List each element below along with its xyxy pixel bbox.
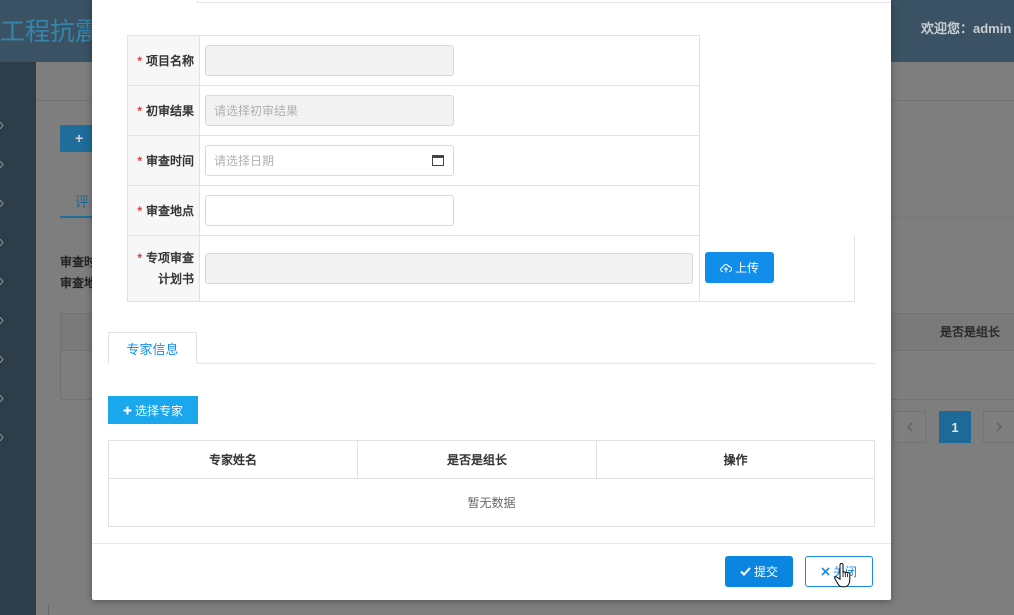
required-mark: * — [137, 250, 142, 265]
upload-button[interactable]: 上传 — [705, 252, 774, 283]
project-name-cell — [200, 36, 700, 86]
table-row: 暂无数据 — [108, 478, 875, 527]
menu-arrow-icon — [0, 118, 4, 130]
empty-table-message: 暂无数据 — [108, 478, 875, 527]
review-form: * 项目名称 * 初审结果 * 审查时间 — [127, 35, 700, 302]
modal-tab-strip-line — [197, 2, 891, 3]
tab-expert-info[interactable]: 专家信息 — [108, 332, 197, 364]
review-plan-cell — [200, 236, 700, 302]
background-info-line: 审查地 — [60, 276, 97, 290]
menu-arrow-icon — [0, 430, 4, 442]
project-name-input[interactable] — [205, 45, 454, 76]
initial-result-select[interactable] — [205, 95, 454, 126]
menu-arrow-icon — [0, 391, 4, 403]
menu-arrow-icon — [0, 313, 4, 325]
field-label: 初审结果 — [145, 104, 194, 118]
required-mark: * — [137, 203, 142, 218]
project-name-label: * 项目名称 — [128, 36, 200, 86]
initial-result-label: * 初审结果 — [128, 86, 200, 136]
app-title: 工程抗震 — [0, 18, 101, 46]
required-mark: * — [137, 153, 142, 168]
pagination-next-button — [983, 411, 1014, 443]
review-time-cell — [200, 136, 700, 186]
upload-cell: 上传 — [699, 236, 855, 302]
welcome-user-text: 欢迎您：admin — [921, 21, 1012, 36]
column-header[interactable]: 专家姓名 — [108, 440, 358, 479]
pagination-current-page: 1 — [939, 411, 971, 443]
column-header[interactable]: 操作 — [596, 440, 875, 479]
background-info-line: 审查时 — [60, 255, 97, 269]
chevron-right-icon — [996, 422, 1002, 432]
review-modal: * 项目名称 * 初审结果 * 审查时间 — [92, 0, 891, 600]
menu-arrow-icon — [0, 196, 4, 208]
cloud-upload-icon — [720, 263, 732, 272]
expert-table: 专家姓名 是否是组长 操作 暂无数据 — [108, 440, 875, 527]
column-header[interactable]: 是否是组长 — [357, 440, 597, 479]
review-plan-label: * 专项审查 计划书 — [128, 236, 200, 302]
expert-tab-divider — [108, 363, 875, 364]
required-mark: * — [137, 53, 142, 68]
sidebar — [0, 62, 36, 615]
field-label: 审查时间 — [145, 154, 194, 168]
review-date-input[interactable] — [205, 145, 454, 176]
modal-tab-divider — [197, 0, 198, 3]
review-plan-file-input[interactable] — [205, 253, 693, 284]
review-time-label: * 审查时间 — [128, 136, 200, 186]
menu-arrow-icon — [0, 352, 4, 364]
chevron-left-icon — [906, 422, 912, 432]
modal-footer-divider — [92, 543, 891, 544]
review-location-label: * 审查地点 — [128, 186, 200, 236]
select-expert-button[interactable]: 选择专家 — [108, 396, 198, 424]
close-icon — [821, 567, 830, 576]
review-location-input[interactable] — [205, 195, 454, 226]
pagination-prev-button — [893, 411, 926, 443]
field-label: 项目名称 — [145, 54, 194, 68]
field-label-line: 专项审查 — [145, 250, 194, 265]
submit-button[interactable]: 提交 — [725, 556, 793, 587]
check-icon — [740, 567, 751, 576]
field-label-line: 计划书 — [157, 271, 194, 286]
required-mark: * — [137, 103, 142, 118]
plus-icon — [123, 406, 132, 414]
calendar-icon[interactable] — [432, 154, 444, 166]
background-column-header: 是否是组长 — [940, 325, 1001, 339]
background-tab: 评 — [75, 194, 89, 210]
field-label: 审查地点 — [145, 204, 194, 218]
upload-button-label: 上传 — [734, 261, 759, 275]
menu-arrow-icon — [0, 157, 4, 169]
menu-arrow-icon — [0, 235, 4, 247]
background-divider — [48, 605, 49, 615]
hand-pointer-icon — [834, 563, 851, 588]
table-header-row: 专家姓名 是否是组长 操作 — [108, 440, 875, 479]
menu-arrow-icon — [0, 274, 4, 286]
submit-button-label: 提交 — [753, 565, 778, 579]
initial-result-cell — [200, 86, 700, 136]
select-expert-label: 选择专家 — [134, 403, 183, 418]
review-location-cell — [200, 186, 700, 236]
